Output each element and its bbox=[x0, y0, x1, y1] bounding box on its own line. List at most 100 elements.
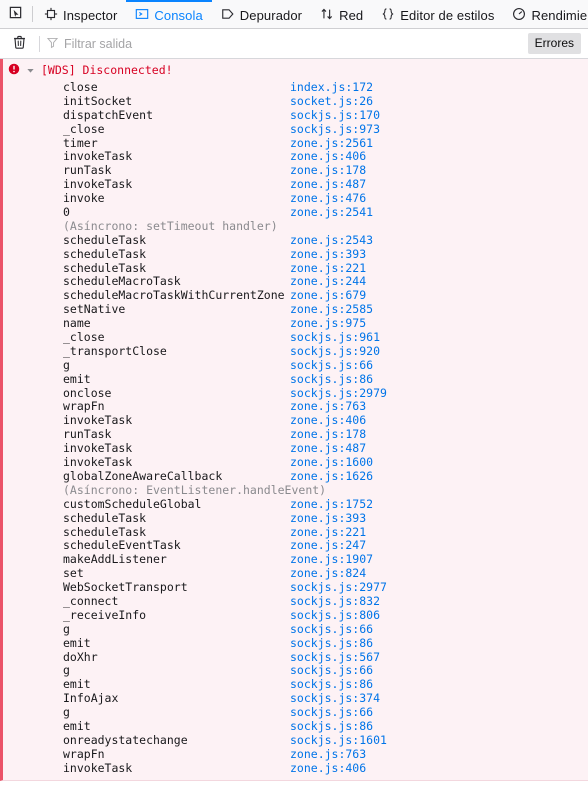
stack-frame-source-link[interactable]: sockjs.js:86 bbox=[290, 636, 373, 651]
tab-network[interactable]: Red bbox=[311, 0, 372, 28]
stack-frame[interactable]: scheduleTask zone.js:393 bbox=[3, 247, 588, 262]
stack-frame-source-link[interactable]: sockjs.js:374 bbox=[290, 691, 380, 706]
stack-frame[interactable]: emit sockjs.js:86 bbox=[3, 719, 588, 734]
stack-frame[interactable]: emit sockjs.js:86 bbox=[3, 636, 588, 651]
filter-errors-button[interactable]: Errores bbox=[527, 33, 581, 54]
stack-frame[interactable]: set zone.js:824 bbox=[3, 566, 588, 581]
stack-frame-source-link[interactable]: zone.js:1907 bbox=[290, 552, 373, 567]
stack-frame[interactable]: close index.js:172 bbox=[3, 80, 588, 95]
stack-frame[interactable]: scheduleEventTask zone.js:247 bbox=[3, 538, 588, 553]
stack-frame-source-link[interactable]: zone.js:393 bbox=[290, 511, 366, 526]
stack-frame-source-link[interactable]: zone.js:487 bbox=[290, 441, 366, 456]
stack-frame[interactable]: runTask zone.js:178 bbox=[3, 163, 588, 178]
stack-frame-source-link[interactable]: zone.js:1600 bbox=[290, 455, 373, 470]
stack-frame[interactable]: g sockjs.js:66 bbox=[3, 358, 588, 373]
stack-frame[interactable]: makeAddListener zone.js:1907 bbox=[3, 552, 588, 567]
stack-frame[interactable]: invokeTask zone.js:406 bbox=[3, 761, 588, 776]
stack-frame-source-link[interactable]: zone.js:487 bbox=[290, 177, 366, 192]
stack-frame[interactable]: setNative zone.js:2585 bbox=[3, 302, 588, 317]
stack-frame-source-link[interactable]: zone.js:2585 bbox=[290, 302, 373, 317]
stack-frame[interactable]: scheduleTask zone.js:221 bbox=[3, 261, 588, 276]
stack-frame-source-link[interactable]: sockjs.js:973 bbox=[290, 122, 380, 137]
stack-frame-source-link[interactable]: sockjs.js:66 bbox=[290, 358, 373, 373]
tab-style-editor[interactable]: Editor de estilos bbox=[372, 0, 503, 28]
stack-frame[interactable]: g sockjs.js:66 bbox=[3, 622, 588, 637]
stack-frame-source-link[interactable]: zone.js:679 bbox=[290, 288, 366, 303]
stack-frame[interactable]: scheduleTask zone.js:393 bbox=[3, 511, 588, 526]
stack-frame-source-link[interactable]: sockjs.js:86 bbox=[290, 677, 373, 692]
stack-frame[interactable]: _close sockjs.js:973 bbox=[3, 122, 588, 137]
stack-frame[interactable]: invokeTask zone.js:487 bbox=[3, 441, 588, 456]
stack-frame-source-link[interactable]: sockjs.js:806 bbox=[290, 608, 380, 623]
tab-inspector[interactable]: Inspector bbox=[35, 0, 126, 28]
stack-frame-source-link[interactable]: zone.js:763 bbox=[290, 400, 366, 414]
stack-frame-source-link[interactable]: zone.js:824 bbox=[290, 566, 366, 581]
stack-frame[interactable]: scheduleTask zone.js:2543 bbox=[3, 233, 588, 248]
element-picker-button[interactable] bbox=[0, 0, 30, 28]
stack-frame-source-link[interactable]: sockjs.js:961 bbox=[290, 330, 380, 345]
stack-frame-source-link[interactable]: sockjs.js:1601 bbox=[290, 733, 387, 748]
stack-frame[interactable]: g sockjs.js:66 bbox=[3, 705, 588, 720]
stack-frame[interactable]: doXhr sockjs.js:567 bbox=[3, 650, 588, 665]
stack-frame[interactable]: onclose sockjs.js:2979 bbox=[3, 386, 588, 401]
stack-frame[interactable]: dispatchEvent sockjs.js:170 bbox=[3, 108, 588, 123]
stack-frame-source-link[interactable]: zone.js:2561 bbox=[290, 136, 373, 151]
stack-frame-source-link[interactable]: zone.js:763 bbox=[290, 747, 366, 762]
tab-performance[interactable]: Rendimiento bbox=[503, 0, 588, 28]
stack-frame[interactable]: scheduleMacroTaskWithCurrentZone zone.js:… bbox=[3, 288, 588, 303]
stack-frame-source-link[interactable]: sockjs.js:86 bbox=[290, 719, 373, 734]
stack-frame-source-link[interactable]: sockjs.js:170 bbox=[290, 108, 380, 123]
stack-frame[interactable]: WebSocketTransport sockjs.js:2977 bbox=[3, 580, 588, 595]
stack-frame-source-link[interactable]: zone.js:221 bbox=[290, 261, 366, 276]
stack-frame-source-link[interactable]: sockjs.js:920 bbox=[290, 344, 380, 359]
stack-frame[interactable]: g sockjs.js:66 bbox=[3, 664, 588, 678]
stack-frame-source-link[interactable]: zone.js:178 bbox=[290, 427, 366, 442]
stack-frame[interactable]: invokeTask zone.js:406 bbox=[3, 413, 588, 428]
stack-frame[interactable]: globalZoneAwareCallback zone.js:1626 bbox=[3, 469, 588, 484]
stack-frame-source-link[interactable]: sockjs.js:567 bbox=[290, 650, 380, 665]
stack-frame-source-link[interactable]: sockjs.js:66 bbox=[290, 622, 373, 637]
stack-frame-source-link[interactable]: zone.js:393 bbox=[290, 247, 366, 262]
stack-frame[interactable]: InfoAjax sockjs.js:374 bbox=[3, 691, 588, 706]
console-message-header[interactable]: [WDS] Disconnected! bbox=[3, 59, 588, 81]
stack-frame[interactable]: name zone.js:975 bbox=[3, 316, 588, 331]
stack-frame[interactable]: invokeTask zone.js:487 bbox=[3, 177, 588, 192]
stack-frame[interactable]: _receiveInfo sockjs.js:806 bbox=[3, 608, 588, 623]
stack-frame[interactable]: onreadystatechange sockjs.js:1601 bbox=[3, 733, 588, 748]
stack-frame[interactable]: initSocket socket.js:26 bbox=[3, 94, 588, 109]
filter-input[interactable] bbox=[64, 36, 528, 51]
stack-frame-source-link[interactable]: zone.js:406 bbox=[290, 761, 366, 776]
stack-frame-source-link[interactable]: sockjs.js:86 bbox=[290, 372, 373, 387]
stack-frame[interactable]: wrapFn zone.js:763 bbox=[3, 747, 588, 762]
stack-frame[interactable]: invokeTask zone.js:1600 bbox=[3, 455, 588, 470]
stack-frame-source-link[interactable]: sockjs.js:66 bbox=[290, 664, 373, 678]
filter-input-wrapper[interactable] bbox=[46, 36, 528, 52]
stack-frame[interactable]: _close sockjs.js:961 bbox=[3, 330, 588, 345]
stack-frame-source-link[interactable]: zone.js:476 bbox=[290, 191, 366, 206]
twisty-expanded-icon[interactable] bbox=[26, 64, 35, 78]
console-message-error[interactable]: [WDS] Disconnected! close index.js:172 ini… bbox=[0, 59, 588, 781]
stack-frame-source-link[interactable]: zone.js:247 bbox=[290, 538, 366, 553]
stack-frame[interactable]: runTask zone.js:178 bbox=[3, 427, 588, 442]
stack-frame[interactable]: _transportClose sockjs.js:920 bbox=[3, 344, 588, 359]
stack-frame[interactable]: _connect sockjs.js:832 bbox=[3, 594, 588, 609]
stack-frame-source-link[interactable]: zone.js:406 bbox=[290, 150, 366, 164]
stack-frame-source-link[interactable]: sockjs.js:2977 bbox=[290, 580, 387, 595]
stack-frame[interactable]: 0 zone.js:2541 bbox=[3, 205, 588, 220]
stack-frame[interactable]: emit sockjs.js:86 bbox=[3, 372, 588, 387]
stack-frame-source-link[interactable]: sockjs.js:66 bbox=[290, 705, 373, 720]
stack-frame-source-link[interactable]: zone.js:406 bbox=[290, 413, 366, 428]
stack-frame-source-link[interactable]: sockjs.js:2979 bbox=[290, 386, 387, 401]
stack-frame[interactable]: customScheduleGlobal zone.js:1752 bbox=[3, 497, 588, 512]
stack-frame-source-link[interactable]: zone.js:1626 bbox=[290, 469, 373, 484]
stack-frame-source-link[interactable]: zone.js:244 bbox=[290, 275, 366, 289]
stack-frame[interactable]: emit sockjs.js:86 bbox=[3, 677, 588, 692]
stack-frame[interactable]: timer zone.js:2561 bbox=[3, 136, 588, 151]
stack-frame[interactable]: invoke zone.js:476 bbox=[3, 191, 588, 206]
stack-frame[interactable]: scheduleTask zone.js:221 bbox=[3, 525, 588, 540]
console-output[interactable]: [WDS] Disconnected! close index.js:172 ini… bbox=[0, 59, 588, 784]
tab-console[interactable]: Consola bbox=[126, 0, 212, 28]
stack-frame-source-link[interactable]: zone.js:1752 bbox=[290, 497, 373, 512]
stack-frame-source-link[interactable]: zone.js:2541 bbox=[290, 205, 373, 220]
stack-frame-source-link[interactable]: index.js:172 bbox=[290, 80, 373, 95]
